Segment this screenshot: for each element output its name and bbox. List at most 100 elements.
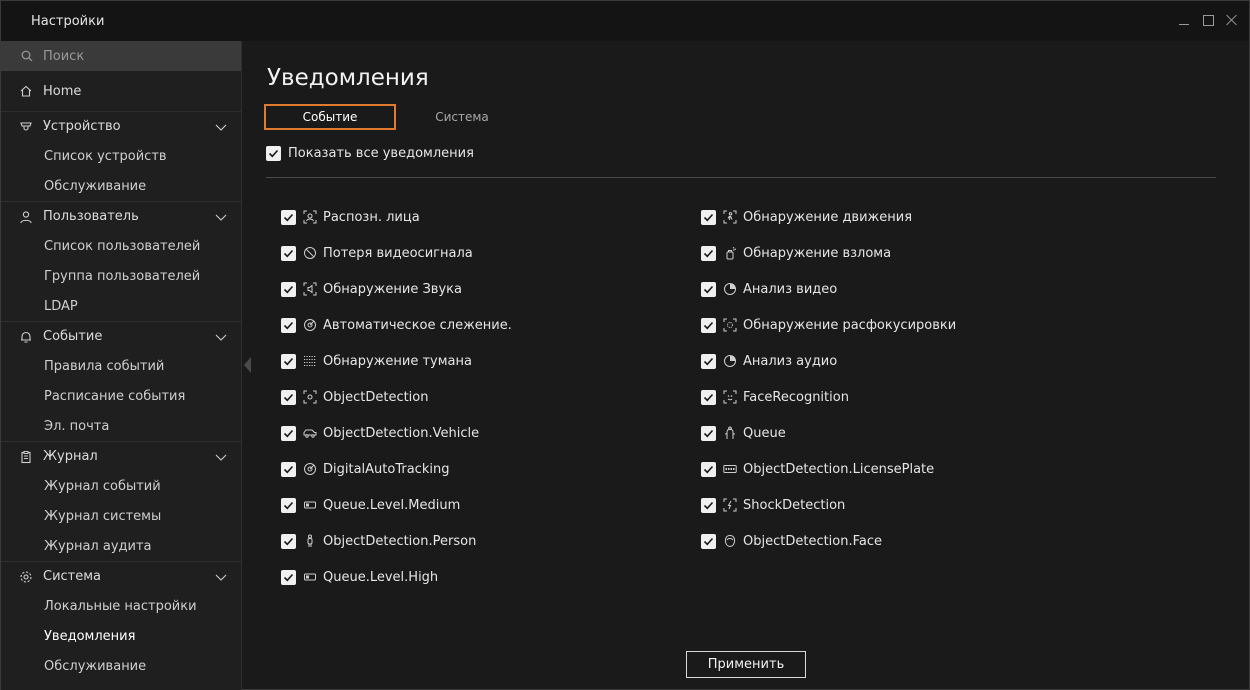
sidebar-item-audit-log[interactable]: Журнал аудита [1, 531, 241, 561]
event-item-tamper-detection[interactable]: Обнаружение взлома [701, 243, 891, 263]
queue-level-icon [303, 570, 317, 584]
event-item-video-loss[interactable]: Потеря видеосигнала [281, 243, 473, 263]
tab-system[interactable]: Система [396, 104, 528, 130]
event-label: ObjectDetection [323, 389, 429, 405]
sidebar-group-log[interactable]: Журнал [1, 441, 241, 471]
event-label: Анализ аудио [743, 353, 838, 369]
event-item-face-detection[interactable]: Распозн. лица [281, 207, 420, 227]
event-item-defocus-detection[interactable]: Обнаружение расфокусировки [701, 315, 956, 335]
checkbox[interactable] [701, 245, 716, 261]
sidebar-item-ldap[interactable]: LDAP [1, 291, 241, 321]
camera-icon [19, 120, 33, 134]
event-item-motion-detection[interactable]: Обнаружение движения [701, 207, 912, 227]
checkbox[interactable] [701, 281, 716, 297]
sidebar-item-user-group[interactable]: Группа пользователей [1, 261, 241, 291]
event-item-sound-detection[interactable]: Обнаружение Звука [281, 279, 462, 299]
event-label: ObjectDetection.Person [323, 533, 477, 549]
search-input[interactable]: Поиск [1, 41, 241, 71]
sidebar-group-label: Журнал [43, 449, 98, 464]
checkbox[interactable] [281, 209, 296, 225]
window-title: Настройки [31, 14, 105, 29]
sidebar-item-user-list[interactable]: Список пользователей [1, 231, 241, 261]
event-label: Обнаружение движения [743, 209, 913, 225]
sidebar-group-device[interactable]: Устройство [1, 111, 241, 141]
queue-level-icon [303, 498, 317, 512]
event-item-queue-level-high[interactable]: Queue.Level.High [281, 567, 438, 587]
sidebar-item-local-settings[interactable]: Локальные настройки [1, 591, 241, 621]
video-analysis-icon [723, 282, 737, 296]
checkbox[interactable] [281, 281, 296, 297]
face-outline-icon [723, 534, 737, 548]
checkbox[interactable] [701, 209, 716, 225]
apply-button[interactable]: Применить [686, 651, 806, 678]
event-item-object-detection[interactable]: ObjectDetection [281, 387, 429, 407]
event-item-license-plate[interactable]: ObjectDetection.LicensePlate [701, 459, 934, 479]
checkbox[interactable] [701, 389, 716, 405]
sidebar-group-system[interactable]: Система [1, 561, 241, 591]
event-label: FaceRecognition [743, 389, 849, 405]
checkbox[interactable] [281, 353, 296, 369]
checkbox[interactable] [701, 353, 716, 369]
sidebar-item-email[interactable]: Эл. почта [1, 411, 241, 441]
checkbox[interactable] [701, 461, 716, 477]
sidebar-item-event-schedule[interactable]: Расписание события [1, 381, 241, 411]
checkbox[interactable] [281, 569, 296, 585]
license-plate-icon [723, 462, 737, 476]
checkbox[interactable] [281, 317, 296, 333]
search-placeholder: Поиск [43, 48, 85, 64]
checkbox[interactable] [281, 497, 296, 513]
event-item-fog-detection[interactable]: Обнаружение тумана [281, 351, 472, 371]
checkbox[interactable] [266, 146, 281, 161]
sidebar-item-notifications[interactable]: Уведомления [1, 621, 241, 651]
fog-icon [303, 354, 317, 368]
sidebar-item-event-log[interactable]: Журнал событий [1, 471, 241, 501]
event-label: ObjectDetection.Vehicle [323, 425, 480, 441]
sidebar-group-label: Пользователь [43, 209, 139, 224]
event-item-video-analysis[interactable]: Анализ видео [701, 279, 837, 299]
checkbox[interactable] [281, 425, 296, 441]
user-icon [19, 210, 33, 224]
checkbox[interactable] [281, 389, 296, 405]
sound-icon [303, 282, 317, 296]
minimize-icon[interactable] [1177, 13, 1191, 27]
sidebar-group-user[interactable]: Пользователь [1, 201, 241, 231]
show-all-label: Показать все уведомления [288, 146, 474, 161]
event-label: Обнаружение расфокусировки [743, 317, 957, 333]
checkbox[interactable] [281, 245, 296, 261]
event-item-auto-tracking[interactable]: Автоматическое слежение. [281, 315, 512, 335]
event-item-audio-analysis[interactable]: Анализ аудио [701, 351, 837, 371]
maximize-icon[interactable] [1201, 13, 1215, 27]
checkbox[interactable] [701, 425, 716, 441]
sidebar: Поиск Home Устройство Список устройств О… [1, 41, 242, 690]
sidebar-item-event-rules[interactable]: Правила событий [1, 351, 241, 381]
sidebar-item-home[interactable]: Home [1, 76, 241, 106]
checkbox[interactable] [281, 533, 296, 549]
event-item-object-detection-face[interactable]: ObjectDetection.Face [701, 531, 882, 551]
tracking-icon [303, 318, 317, 332]
tamper-icon [723, 246, 737, 260]
event-label: ObjectDetection.Face [743, 533, 883, 549]
event-item-queue-level-medium[interactable]: Queue.Level.Medium [281, 495, 460, 515]
checkbox[interactable] [281, 461, 296, 477]
event-item-queue[interactable]: Queue [701, 423, 786, 443]
event-item-digital-auto-tracking[interactable]: DigitalAutoTracking [281, 459, 449, 479]
event-item-object-detection-vehicle[interactable]: ObjectDetection.Vehicle [281, 423, 479, 443]
checkbox[interactable] [701, 317, 716, 333]
tab-event[interactable]: Событие [264, 104, 396, 130]
show-all-notifications-checkbox[interactable]: Показать все уведомления [266, 146, 474, 161]
sidebar-group-event[interactable]: Событие [1, 321, 241, 351]
event-item-face-recognition[interactable]: FaceRecognition [701, 387, 849, 407]
event-item-shock-detection[interactable]: ShockDetection [701, 495, 845, 515]
object-icon [303, 390, 317, 404]
sidebar-item-device-maintenance[interactable]: Обслуживание [1, 171, 241, 201]
event-label: DigitalAutoTracking [323, 461, 450, 477]
checkbox[interactable] [701, 497, 716, 513]
checkbox[interactable] [701, 533, 716, 549]
event-label: Queue.Level.High [323, 569, 439, 585]
sidebar-item-system-log[interactable]: Журнал системы [1, 501, 241, 531]
sidebar-item-device-list[interactable]: Список устройств [1, 141, 241, 171]
event-item-object-detection-person[interactable]: ObjectDetection.Person [281, 531, 476, 551]
gear-icon [19, 570, 33, 584]
sidebar-item-system-maintenance[interactable]: Обслуживание [1, 651, 241, 681]
close-icon[interactable] [1225, 13, 1239, 27]
